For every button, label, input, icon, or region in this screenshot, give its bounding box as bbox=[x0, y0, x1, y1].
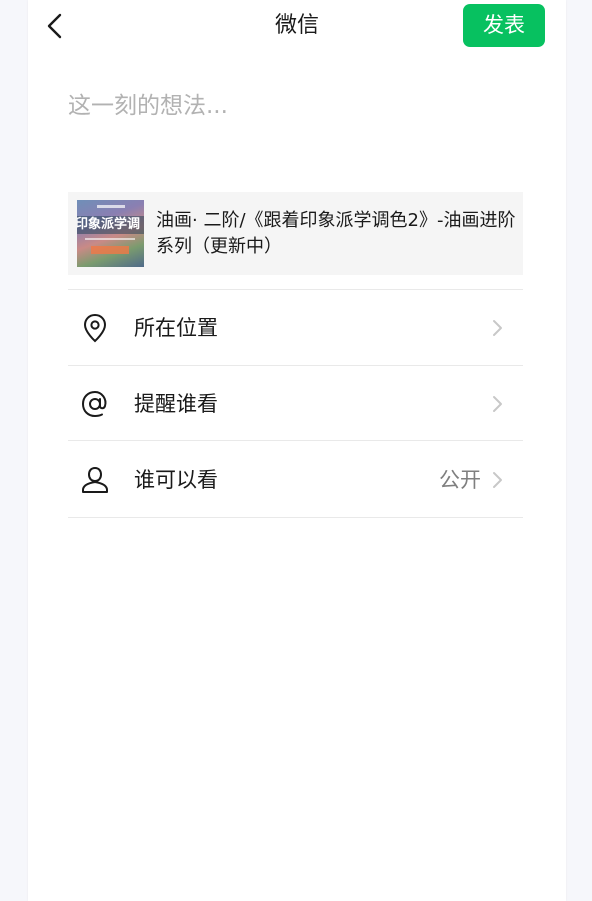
option-mention[interactable]: 提醒谁看 bbox=[68, 366, 523, 442]
chevron-right-icon bbox=[493, 396, 502, 412]
visibility-value: 公开 bbox=[439, 468, 481, 492]
option-visibility[interactable]: 谁可以看 公开 bbox=[68, 442, 523, 518]
location-pin-icon bbox=[83, 313, 107, 343]
thumbnail-text: 印象派学调 bbox=[77, 217, 141, 232]
shared-link-card[interactable]: 印象派学调 油画· 二阶/《跟着印象派学调色2》-油画进阶系列（更新中） bbox=[68, 192, 523, 275]
chevron-right-icon bbox=[493, 472, 502, 488]
option-label: 提醒谁看 bbox=[134, 392, 218, 416]
option-location[interactable]: 所在位置 bbox=[68, 290, 523, 366]
compose-moment-panel: 微信 发表 印象派学调 油画· 二阶/《跟着印象派学调色2》-油画进阶系列（更新… bbox=[28, 0, 566, 901]
shared-link-thumbnail: 印象派学调 bbox=[77, 200, 144, 267]
person-icon bbox=[82, 466, 108, 493]
divider bbox=[68, 517, 523, 518]
thought-input[interactable] bbox=[68, 86, 528, 126]
divider bbox=[68, 440, 523, 441]
at-sign-icon bbox=[81, 390, 107, 418]
publish-button[interactable]: 发表 bbox=[463, 4, 545, 47]
option-label: 所在位置 bbox=[134, 316, 218, 340]
shared-link-title: 油画· 二阶/《跟着印象派学调色2》-油画进阶系列（更新中） bbox=[156, 210, 516, 257]
top-bar: 微信 发表 bbox=[28, 0, 566, 52]
chevron-right-icon bbox=[493, 320, 502, 336]
option-label: 谁可以看 bbox=[134, 468, 218, 492]
